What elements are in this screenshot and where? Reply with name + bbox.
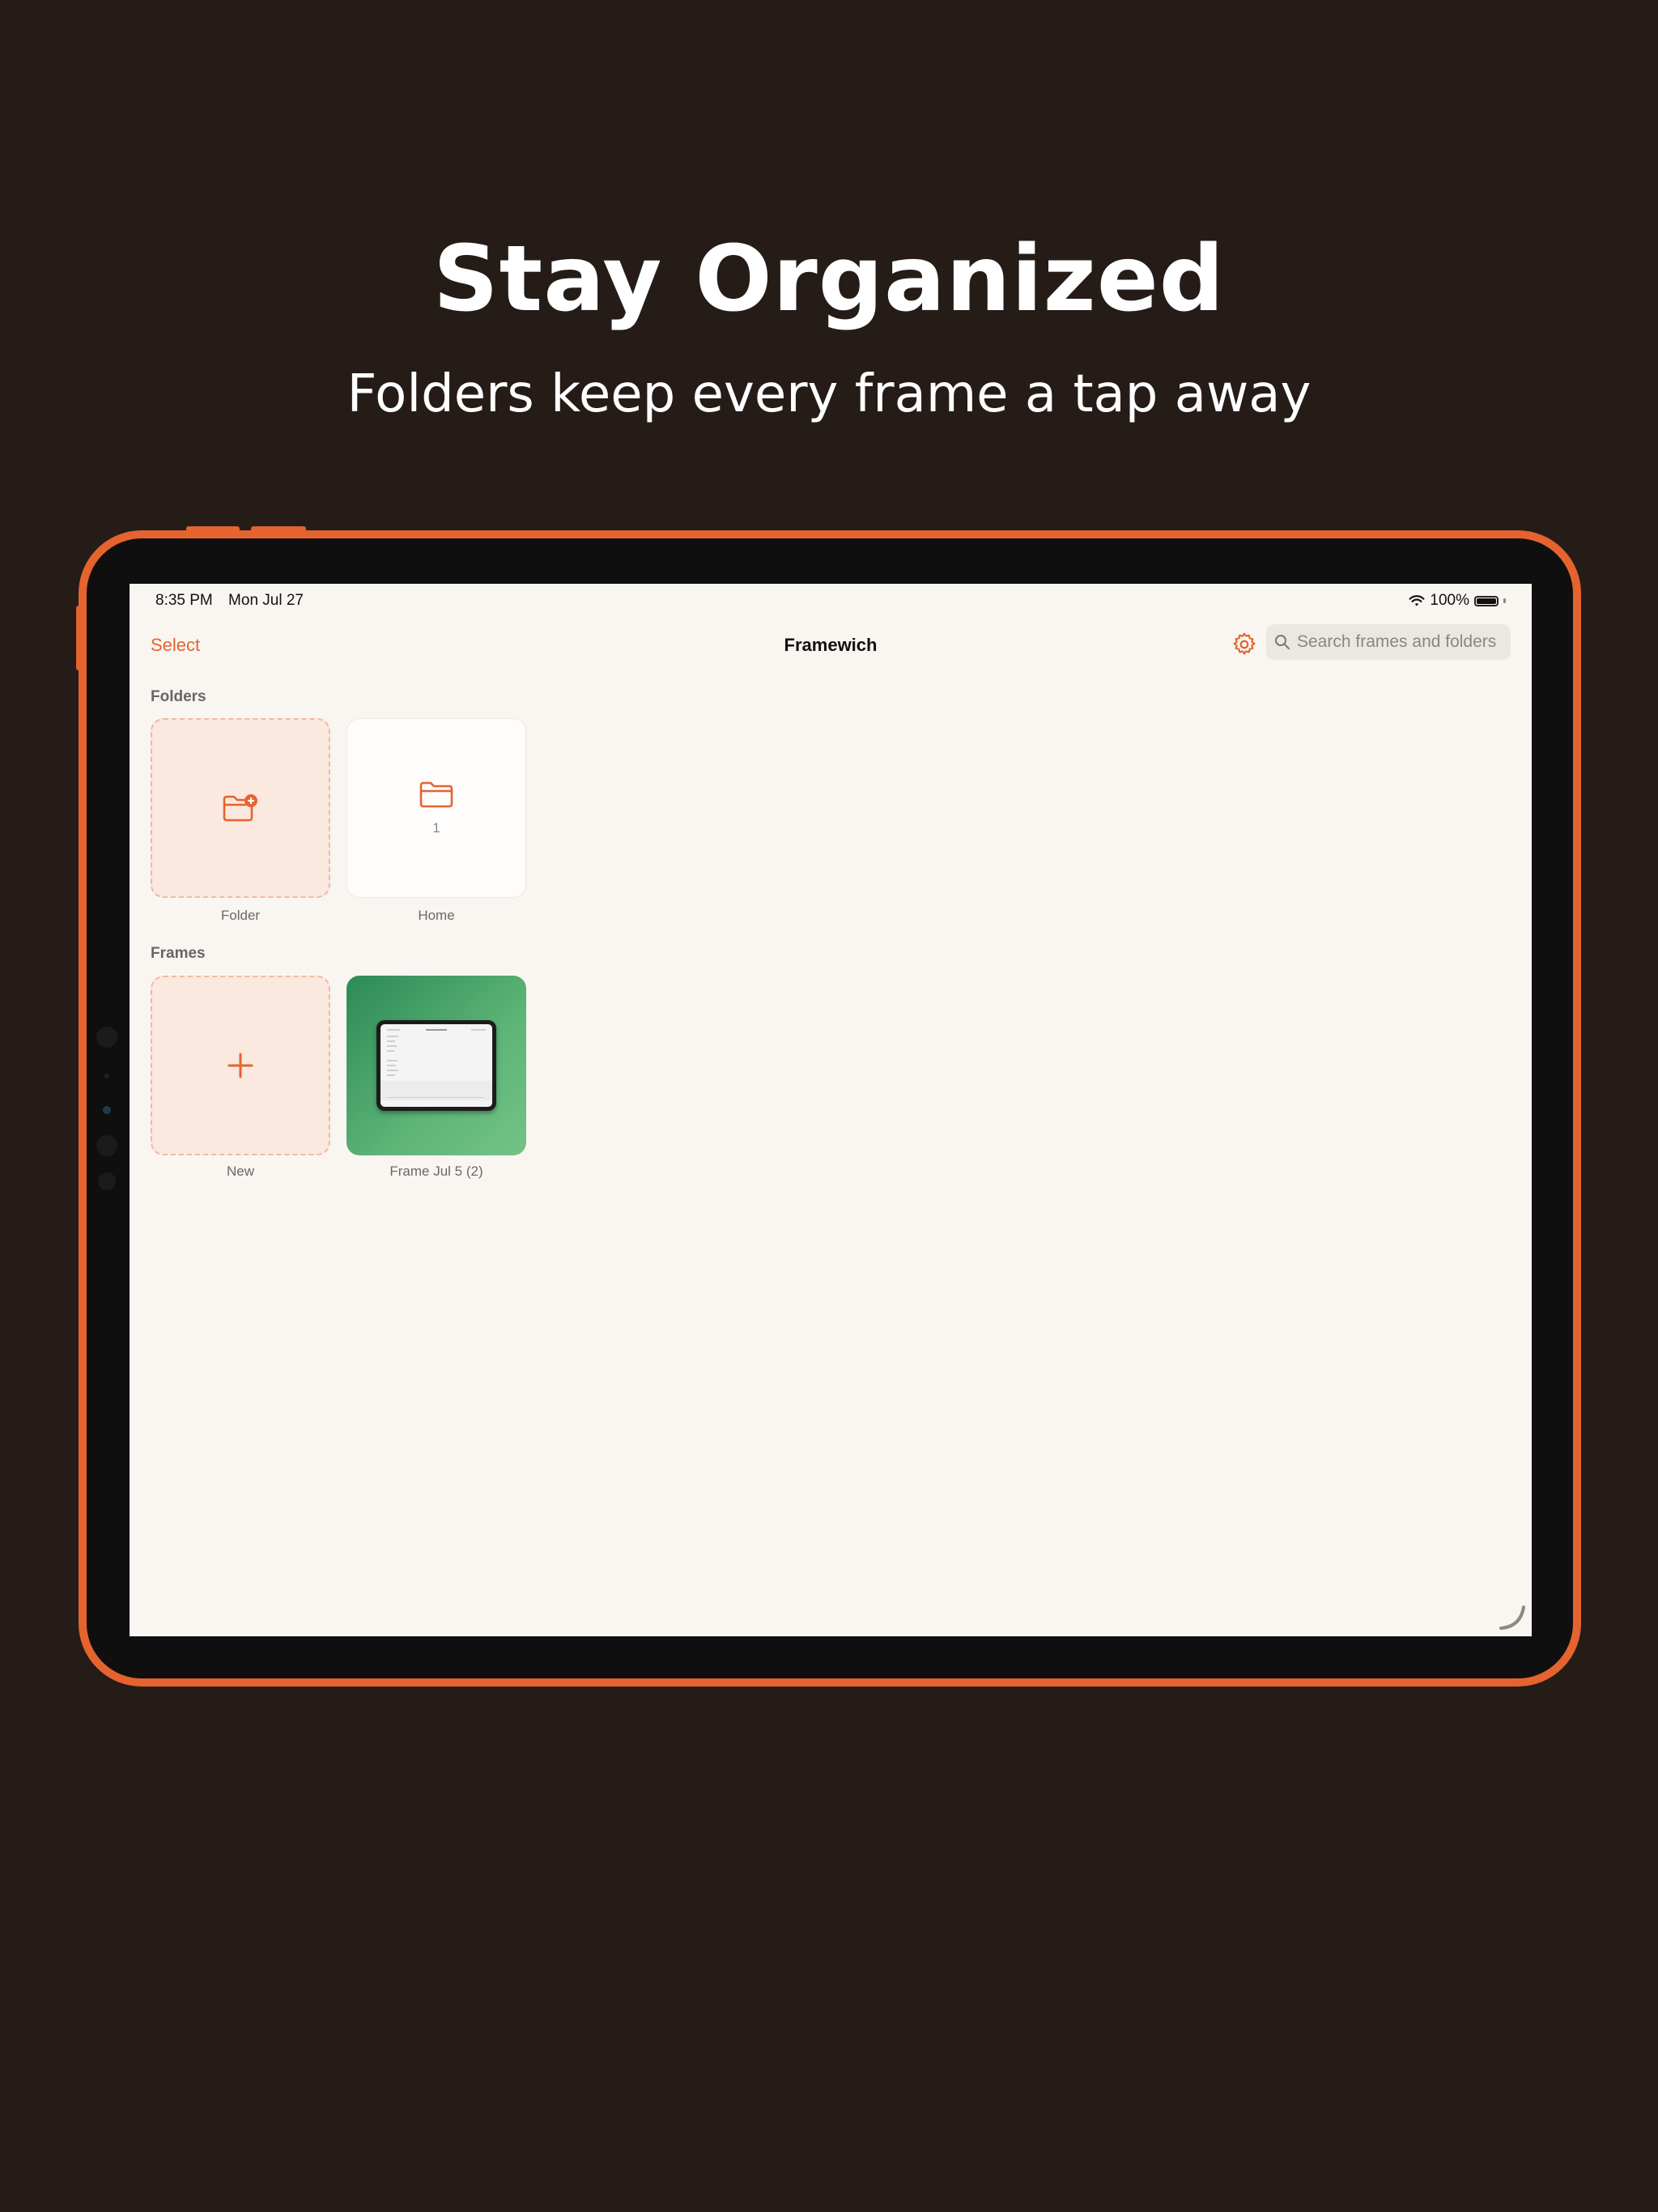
battery-percent: 100% [1430, 592, 1469, 609]
camera-lens [96, 1027, 117, 1048]
folder-icon [419, 781, 453, 808]
camera-sensor [103, 1106, 111, 1114]
frame-preview-screen [380, 1024, 492, 1107]
folder-plus-icon [223, 794, 257, 822]
add-folder-caption: Folder [220, 908, 261, 923]
search-input[interactable] [1295, 632, 1509, 653]
folder-tile-home[interactable]: 1 [346, 718, 526, 898]
battery-tip [1503, 598, 1506, 603]
frame-caption: Frame Jul 5 (2) [389, 1163, 483, 1179]
wifi-icon [1409, 595, 1425, 606]
add-folder-tile[interactable] [151, 718, 330, 898]
camera-lens [96, 1135, 117, 1156]
plus-icon [227, 1053, 253, 1078]
folder-caption-home: Home [418, 908, 455, 923]
folders-section-label: Folders [151, 688, 206, 705]
marketing-subheadline: Folders keep every frame a tap away [346, 364, 1312, 424]
camera-lens [98, 1172, 116, 1190]
gear-icon[interactable] [1231, 631, 1258, 658]
status-time: 8:35 PM [155, 592, 213, 609]
frame-preview-device [376, 1020, 496, 1111]
search-bar[interactable] [1266, 624, 1511, 660]
folder-item-count: 1 [432, 820, 440, 836]
new-frame-caption: New [226, 1163, 254, 1179]
frame-tile-thumbnail[interactable] [346, 976, 526, 1155]
new-frame-tile[interactable] [151, 976, 330, 1155]
status-bar: 8:35 PM Mon Jul 27 100% [155, 592, 1506, 611]
search-icon [1275, 635, 1290, 649]
frames-section-label: Frames [151, 945, 206, 962]
camera-sensor [104, 1074, 109, 1078]
resize-handle[interactable] [1498, 1602, 1527, 1631]
status-date: Mon Jul 27 [228, 592, 304, 609]
marketing-headline: Stay Organized [433, 227, 1225, 332]
app-screen: 8:35 PM Mon Jul 27 100% Select Framewich [130, 584, 1532, 1636]
battery-icon [1474, 595, 1499, 606]
